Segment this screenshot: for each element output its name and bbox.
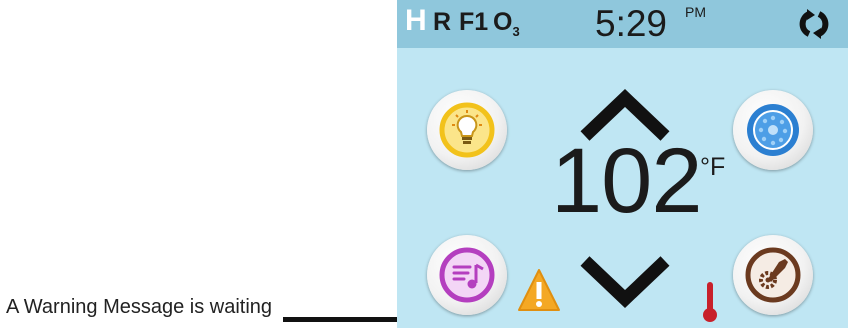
music-icon bbox=[439, 247, 495, 303]
filter-indicator: F1 bbox=[459, 8, 488, 37]
heater-indicator: H bbox=[405, 4, 427, 37]
status-bar: H R F1 O3 5:29 PM bbox=[397, 0, 848, 48]
ozone-indicator: O3 bbox=[493, 8, 520, 39]
music-button[interactable] bbox=[427, 235, 507, 315]
temperature-value: 102 bbox=[551, 130, 702, 232]
warning-caption: A Warning Message is waiting bbox=[6, 296, 273, 318]
filter-number: 1 bbox=[474, 8, 489, 36]
filter-letter: F bbox=[459, 8, 475, 36]
spa-control-screen: H R F1 O3 5:29 PM 102 °F bbox=[397, 0, 848, 328]
jets-button[interactable] bbox=[733, 90, 813, 170]
ozone-letter: O bbox=[493, 8, 513, 36]
clock-ampm: PM bbox=[685, 4, 706, 20]
light-button[interactable] bbox=[427, 90, 507, 170]
thermometer-icon bbox=[703, 282, 717, 322]
clock-time: 5:29 bbox=[595, 3, 668, 44]
ready-indicator: R bbox=[433, 8, 452, 36]
chevron-down-icon[interactable] bbox=[575, 253, 675, 311]
warning-icon[interactable] bbox=[517, 268, 561, 312]
settings-icon bbox=[745, 247, 801, 303]
sync-icon[interactable] bbox=[793, 9, 835, 39]
temperature-unit: °F bbox=[700, 153, 726, 181]
settings-button[interactable] bbox=[733, 235, 813, 315]
ozone-subscript: 3 bbox=[512, 24, 520, 39]
lightbulb-icon bbox=[439, 102, 495, 158]
jets-icon bbox=[747, 104, 799, 156]
